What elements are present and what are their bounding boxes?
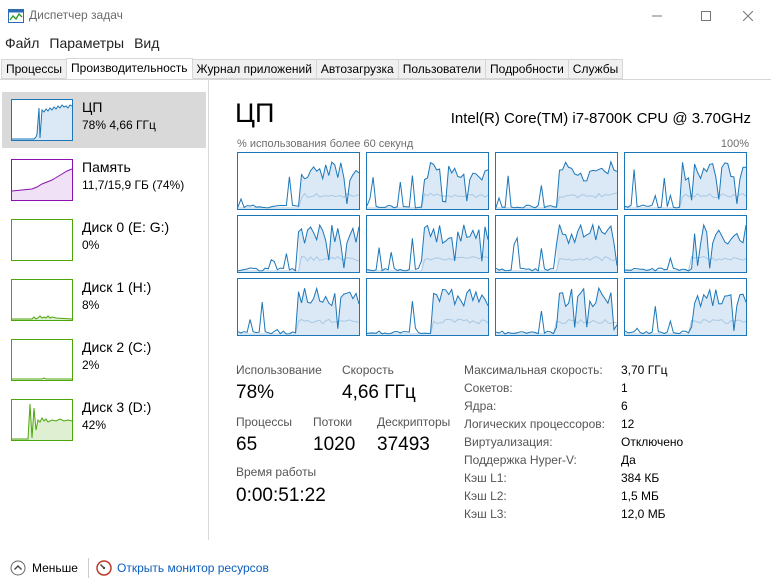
spec-value: 12 [621, 417, 635, 431]
sidebar-item-cpu[interactable]: ЦП 78% 4,66 ГГц [2, 92, 206, 148]
logical-processor-graph [237, 278, 360, 336]
logical-processor-graph [366, 215, 489, 273]
page-title: ЦП [235, 98, 275, 128]
footer-bar: Меньше Открыть монитор ресурсов [0, 555, 771, 584]
uptime-value: 0:00:51:22 [236, 485, 326, 506]
disk-0-thumbnail-graph [11, 219, 73, 261]
tab-services[interactable]: Службы [567, 59, 624, 79]
usage-label: Использование [236, 363, 322, 377]
speed-value: 4,66 ГГц [342, 382, 416, 403]
menu-file[interactable]: Файл [0, 33, 44, 53]
processes-value: 65 [236, 434, 258, 455]
tab-processes[interactable]: Процессы [1, 59, 68, 79]
spec-value: 12,0 МБ [621, 507, 666, 521]
threads-label: Потоки [313, 415, 353, 429]
sidebar-item-name: Диск 2 (C:) [82, 339, 152, 355]
tab-users[interactable]: Пользователи [397, 59, 487, 79]
cpu-thumbnail-graph [11, 99, 73, 141]
minimize-button[interactable] [634, 0, 680, 31]
logical-processor-graph [495, 215, 618, 273]
logical-processor-graph [495, 152, 618, 210]
minimize-icon [652, 11, 662, 21]
logical-processor-graph [366, 278, 489, 336]
open-resource-monitor-link[interactable]: Открыть монитор ресурсов [117, 561, 269, 575]
spec-label: Виртуализация: [464, 435, 553, 449]
close-button[interactable] [725, 0, 771, 31]
sidebar-item-value: 0% [82, 238, 100, 252]
processes-label: Процессы [236, 415, 293, 429]
sidebar-item-value: 11,7/15,9 ГБ (74%) [82, 178, 185, 192]
close-icon [743, 10, 753, 21]
tab-app-history[interactable]: Журнал приложений [191, 59, 317, 79]
graph-max-label: 100% [720, 138, 749, 150]
tab-performance[interactable]: Производительность [66, 58, 193, 79]
task-manager-icon [8, 9, 24, 23]
disk-1-thumbnail-graph [11, 279, 73, 321]
title-bar: Диспетчер задач [0, 0, 771, 31]
spec-value: Да [621, 453, 636, 467]
usage-value: 78% [236, 382, 275, 403]
logical-processor-graph [366, 152, 489, 210]
spec-value: 6 [621, 399, 628, 413]
sidebar-item-name: Диск 1 (H:) [82, 279, 152, 295]
logical-processor-graph [624, 152, 747, 210]
cpu-model-name: Intel(R) Core(TM) i7-8700K CPU @ 3.70GHz [450, 110, 751, 127]
spec-value: 384 КБ [621, 471, 660, 485]
spec-label: Поддержка Hyper-V: [464, 453, 577, 467]
disk-3-thumbnail-graph [11, 399, 73, 441]
spec-label: Кэш L2: [464, 489, 507, 503]
spec-label: Кэш L1: [464, 471, 507, 485]
sidebar-item-value: 2% [82, 358, 100, 372]
spec-label: Максимальная скорость: [464, 363, 603, 377]
tab-strip: Процессы Производительность Журнал прило… [1, 58, 624, 79]
maximize-icon [701, 10, 711, 21]
memory-thumbnail-graph [11, 159, 73, 201]
fewer-details-icon[interactable] [10, 560, 26, 576]
sidebar-item-name: Память [82, 159, 131, 175]
spec-label: Ядра: [464, 399, 497, 413]
logical-processor-graph [624, 215, 747, 273]
sidebar-item-disk-2[interactable]: Диск 2 (C:) 2% [2, 332, 206, 388]
handles-value: 37493 [377, 434, 430, 455]
spec-value: 3,70 ГГц [621, 363, 668, 377]
uptime-label: Время работы [236, 465, 317, 479]
resource-list: ЦП 78% 4,66 ГГц Память 11,7/15,9 ГБ (74%… [0, 80, 209, 540]
fewer-details-button[interactable]: Меньше [32, 561, 78, 575]
sidebar-item-value: 78% 4,66 ГГц [82, 118, 156, 132]
sidebar-item-memory[interactable]: Память 11,7/15,9 ГБ (74%) [2, 152, 206, 208]
logical-processor-graph [624, 278, 747, 336]
sidebar-item-name: Диск 0 (E: G:) [82, 219, 170, 235]
maximize-button[interactable] [683, 0, 729, 31]
spec-label: Логических процессоров: [464, 417, 605, 431]
logical-processor-graph [237, 152, 360, 210]
sidebar-item-name: ЦП [82, 99, 103, 115]
spec-value: 1,5 МБ [621, 489, 659, 503]
menu-view[interactable]: Вид [129, 33, 164, 53]
spec-label: Кэш L3: [464, 507, 507, 521]
sidebar-item-disk-0[interactable]: Диск 0 (E: G:) 0% [2, 212, 206, 268]
logical-processor-graph [237, 215, 360, 273]
sidebar-item-disk-3[interactable]: Диск 3 (D:) 42% [2, 392, 206, 448]
handles-label: Дескрипторы [377, 415, 451, 429]
sidebar-item-disk-1[interactable]: Диск 1 (H:) 8% [2, 272, 206, 328]
sidebar-item-name: Диск 3 (D:) [82, 399, 152, 415]
spec-label: Сокетов: [464, 381, 513, 395]
sidebar-item-value: 8% [82, 298, 100, 312]
window-title: Диспетчер задач [29, 8, 123, 22]
tab-details[interactable]: Подробности [485, 59, 569, 79]
tab-startup[interactable]: Автозагрузка [315, 59, 399, 79]
footer-divider [88, 558, 89, 578]
threads-value: 1020 [313, 434, 356, 455]
logical-processor-graph [495, 278, 618, 336]
spec-value: 1 [621, 381, 628, 395]
menu-options[interactable]: Параметры [44, 33, 129, 53]
logical-processor-graphs [237, 152, 749, 338]
menu-bar: Файл Параметры Вид [0, 33, 771, 53]
sidebar-item-value: 42% [82, 418, 107, 432]
graph-caption: % использования более 60 секунд [237, 138, 414, 150]
resource-monitor-icon[interactable] [96, 560, 112, 576]
disk-2-thumbnail-graph [11, 339, 73, 381]
spec-value: Отключено [621, 435, 684, 449]
speed-label: Скорость [342, 363, 394, 377]
